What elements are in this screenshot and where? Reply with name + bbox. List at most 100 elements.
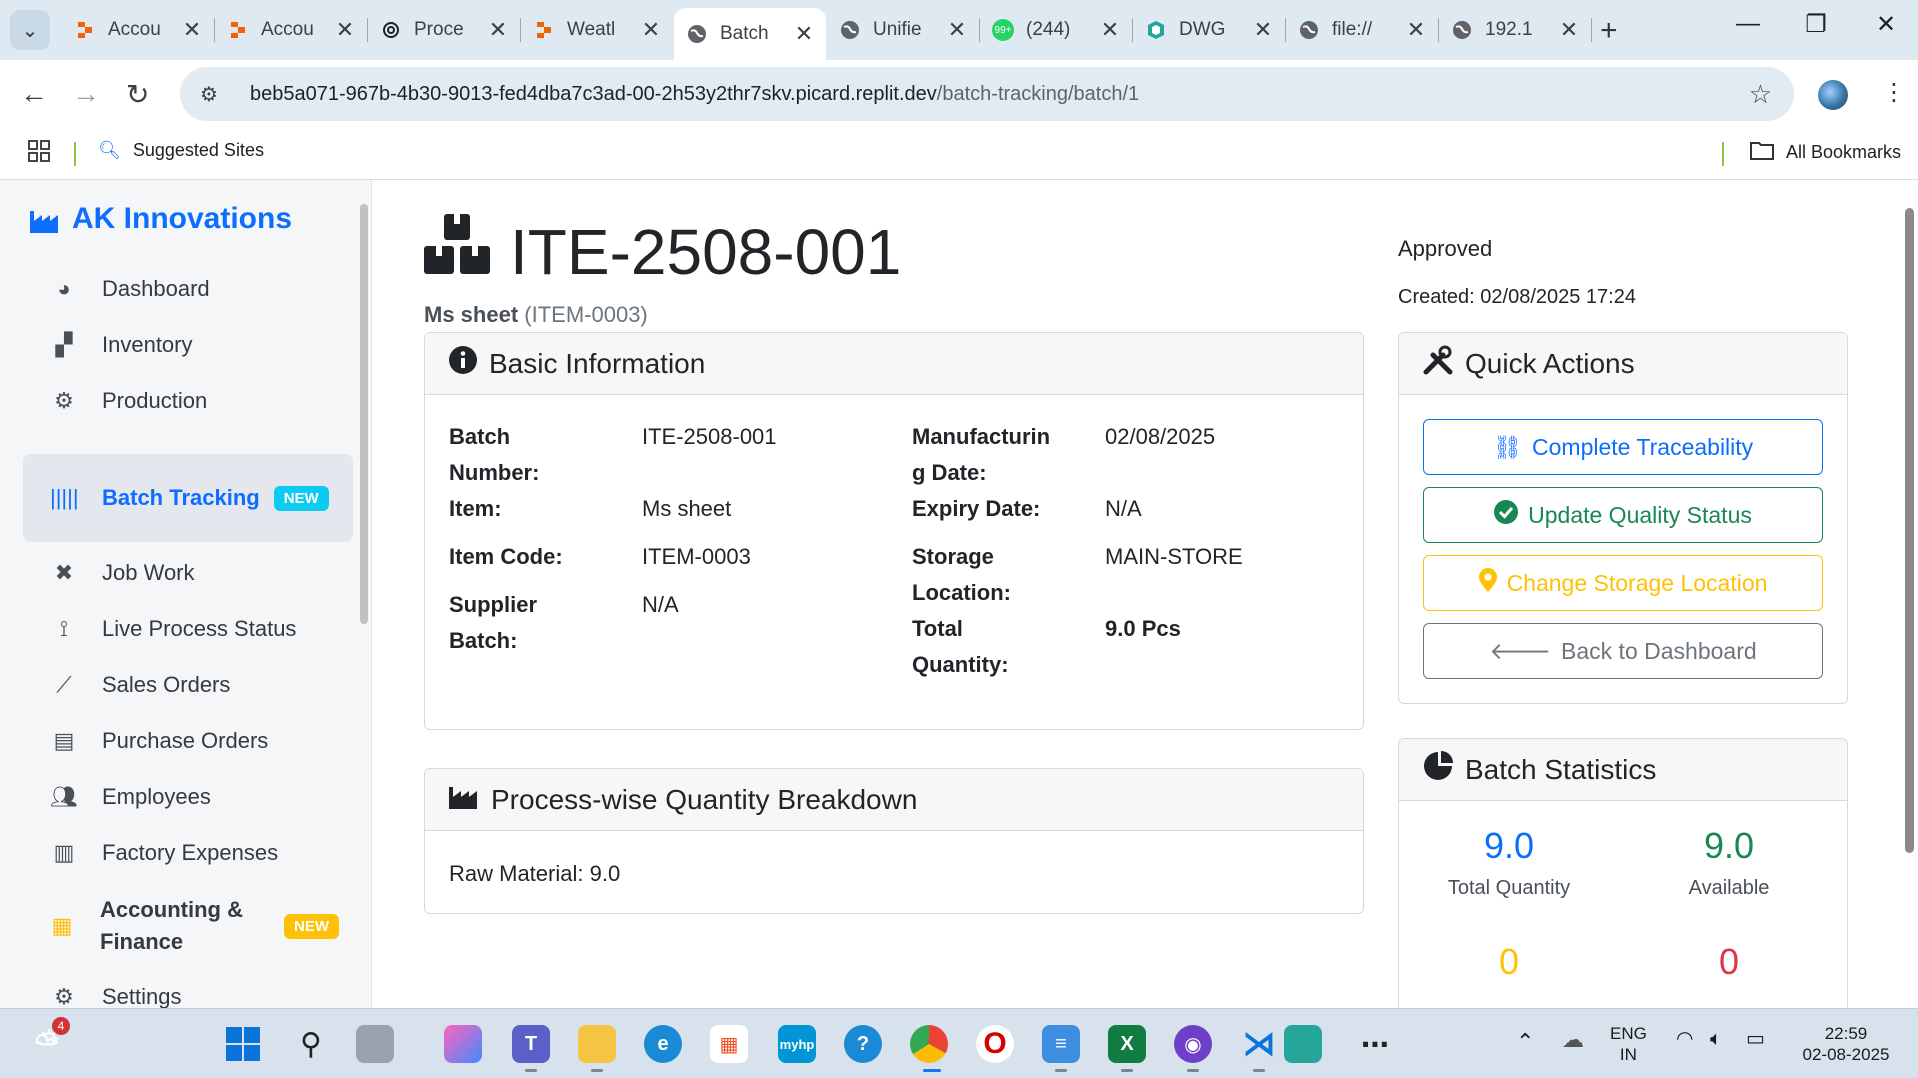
sidebar-item-batch-tracking[interactable]: ||||| Batch Tracking NEW <box>23 454 353 542</box>
sidebar-item-live-process-status[interactable]: ⟟ Live Process Status <box>50 616 297 642</box>
close-window-button[interactable]: ✕ <box>1866 10 1906 39</box>
bookmark-star-icon[interactable]: ☆ <box>1749 79 1772 110</box>
tab-title: Accou <box>108 19 161 40</box>
browser-tab[interactable]: 192.1 ✕ <box>1439 8 1591 52</box>
excel-icon[interactable]: X <box>1108 1025 1146 1063</box>
update-quality-status-button[interactable]: Update Quality Status <box>1423 487 1823 543</box>
browser-tab[interactable]: Weatl ✕ <box>521 8 673 52</box>
close-icon[interactable]: ✕ <box>488 17 508 43</box>
minimize-button[interactable]: — <box>1728 10 1768 38</box>
sidebar-item-job-work[interactable]: ✖ Job Work <box>50 560 195 586</box>
chevron-up-icon[interactable]: ⌃ <box>1516 1031 1534 1053</box>
task-view-icon[interactable] <box>356 1025 394 1063</box>
sidebar-item-sales-orders[interactable]: ⟋ Sales Orders <box>50 672 230 698</box>
close-icon[interactable]: ✕ <box>947 17 967 43</box>
browser-tab-active[interactable]: Batch ✕ <box>674 8 826 60</box>
onedrive-icon[interactable]: ☁ <box>1562 1029 1584 1051</box>
search-icon[interactable]: ⚲ <box>292 1025 330 1063</box>
back-button[interactable]: ← <box>20 78 48 110</box>
sidebar-item-settings[interactable]: ⚙ Settings <box>50 984 181 1008</box>
notepad-icon[interactable]: ≡ <box>1042 1025 1080 1063</box>
more-apps-icon[interactable]: ⋯ <box>1356 1025 1394 1063</box>
tab-title: (244) <box>1026 19 1071 40</box>
edge-icon[interactable]: e <box>644 1025 682 1063</box>
new-tab-button[interactable]: + <box>1600 14 1618 48</box>
copilot-icon[interactable] <box>444 1025 482 1063</box>
sidebar-item-label: Production <box>102 388 208 413</box>
all-bookmarks-button[interactable]: All Bookmarks <box>1750 140 1901 165</box>
browser-tab[interactable]: file:// ✕ <box>1286 8 1438 52</box>
bookmark-suggested-sites[interactable]: 🔍︎ Suggested Sites <box>98 140 264 161</box>
file-explorer-icon[interactable] <box>578 1025 616 1063</box>
close-icon[interactable]: ✕ <box>794 21 814 47</box>
battery-icon[interactable]: ▭ <box>1746 1029 1765 1050</box>
github-desktop-icon[interactable]: ◉ <box>1174 1025 1212 1063</box>
sidebar-item-production[interactable]: ⚙ Production <box>50 388 207 414</box>
sidebar-item-label: Inventory <box>102 332 193 357</box>
language-indicator[interactable]: ENG IN <box>1610 1023 1647 1065</box>
close-icon[interactable]: ✕ <box>335 17 355 43</box>
card-title: Batch Statistics <box>1465 753 1657 785</box>
scrollbar-thumb[interactable] <box>1905 208 1914 853</box>
reload-button[interactable]: ↻ <box>126 78 149 111</box>
sidebar-item-employees[interactable]: 👥︎ Employees <box>50 784 211 810</box>
tab-separator <box>1591 18 1592 42</box>
running-indicator <box>591 1069 603 1072</box>
url-bar[interactable]: ⚙ beb5a071-967b-4b30-9013-fed4dba7c3ad-0… <box>180 67 1794 121</box>
close-icon[interactable]: ✕ <box>1559 17 1579 43</box>
close-icon[interactable]: ✕ <box>1406 17 1426 43</box>
restore-button[interactable]: ❐ <box>1796 10 1836 39</box>
browser-tab[interactable]: Accou ✕ <box>215 8 367 52</box>
page-viewport: AK Innovations ◕ Dashboard ▞ Inventory ⚙… <box>0 180 1918 1008</box>
boxes-icon: ▞ <box>55 332 73 357</box>
folder-icon <box>1750 140 1774 165</box>
browser-tab[interactable]: DWG ✕ <box>1133 8 1285 52</box>
myhp-icon[interactable]: myhp <box>778 1025 816 1063</box>
storage-location-value: MAIN-STORE <box>1105 544 1243 569</box>
browser-tab[interactable]: Proce ✕ <box>368 8 520 52</box>
opera-icon[interactable]: O <box>976 1025 1014 1063</box>
change-storage-location-button[interactable]: Change Storage Location <box>1423 555 1823 611</box>
browser-tab[interactable]: Accou ✕ <box>62 8 214 52</box>
teams-icon[interactable]: T <box>512 1025 550 1063</box>
start-icon[interactable] <box>224 1025 262 1063</box>
dwg-icon[interactable] <box>1284 1025 1322 1063</box>
scrollbar-thumb[interactable] <box>360 204 368 624</box>
apps-grid-icon[interactable] <box>28 140 50 169</box>
store-icon[interactable]: ▦ <box>710 1025 748 1063</box>
batch-statistics-card: Batch Statistics 9.0 Total Quantity 9.0 … <box>1398 738 1848 1008</box>
sidebar-item-label: Accounting & Finance <box>100 897 243 954</box>
browser-tab[interactable]: Unifie ✕ <box>827 8 979 52</box>
button-label: Complete Traceability <box>1532 433 1754 460</box>
chrome-icon[interactable] <box>910 1025 948 1063</box>
back-to-dashboard-button[interactable]: 🡐 Back to Dashboard <box>1423 623 1823 679</box>
browser-tab[interactable]: 99+ (244) ✕ <box>980 8 1132 52</box>
wifi-icon[interactable]: ◠ <box>1676 1029 1693 1050</box>
close-icon[interactable]: ✕ <box>1100 17 1120 43</box>
manufacturing-date-value: 02/08/2025 <box>1105 424 1216 449</box>
help-icon[interactable]: ? <box>844 1025 882 1063</box>
volume-icon[interactable]: 🔈︎ <box>1710 1029 1722 1050</box>
sidebar-item-accounting-finance[interactable]: ▦ Accounting & Finance NEW <box>48 894 339 958</box>
vscode-icon[interactable]: ⋊ <box>1240 1025 1278 1063</box>
page-scrollbar[interactable] <box>1900 188 1918 1004</box>
close-icon[interactable]: ✕ <box>1253 17 1273 43</box>
profile-avatar[interactable] <box>1818 80 1848 110</box>
clock[interactable]: 22:59 02-08-2025 <box>1796 1023 1896 1065</box>
brand-logo[interactable]: AK Innovations <box>30 202 292 236</box>
site-settings-icon[interactable]: ⚙ <box>200 82 236 107</box>
sidebar-item-dashboard[interactable]: ◕ Dashboard <box>50 276 209 302</box>
calculator-icon: ▦ <box>51 913 73 938</box>
close-icon[interactable]: ✕ <box>182 17 202 43</box>
close-icon[interactable]: ✕ <box>641 17 661 43</box>
sidebar-item-factory-expenses[interactable]: ▥ Factory Expenses <box>50 840 278 866</box>
sidebar-scrollbar[interactable] <box>360 186 368 996</box>
tab-search-button[interactable]: ⌄ <box>10 10 50 50</box>
sidebar-item-inventory[interactable]: ▞ Inventory <box>50 332 193 358</box>
sidebar-item-purchase-orders[interactable]: ▤ Purchase Orders <box>50 728 269 754</box>
bookmark-label: Suggested Sites <box>132 140 264 160</box>
browser-menu-icon[interactable]: ⋮ <box>1882 78 1906 107</box>
brand-name: AK Innovations <box>72 202 293 235</box>
complete-traceability-button[interactable]: ⛓︎ Complete Traceability <box>1423 419 1823 475</box>
forward-button[interactable]: → <box>72 78 100 110</box>
